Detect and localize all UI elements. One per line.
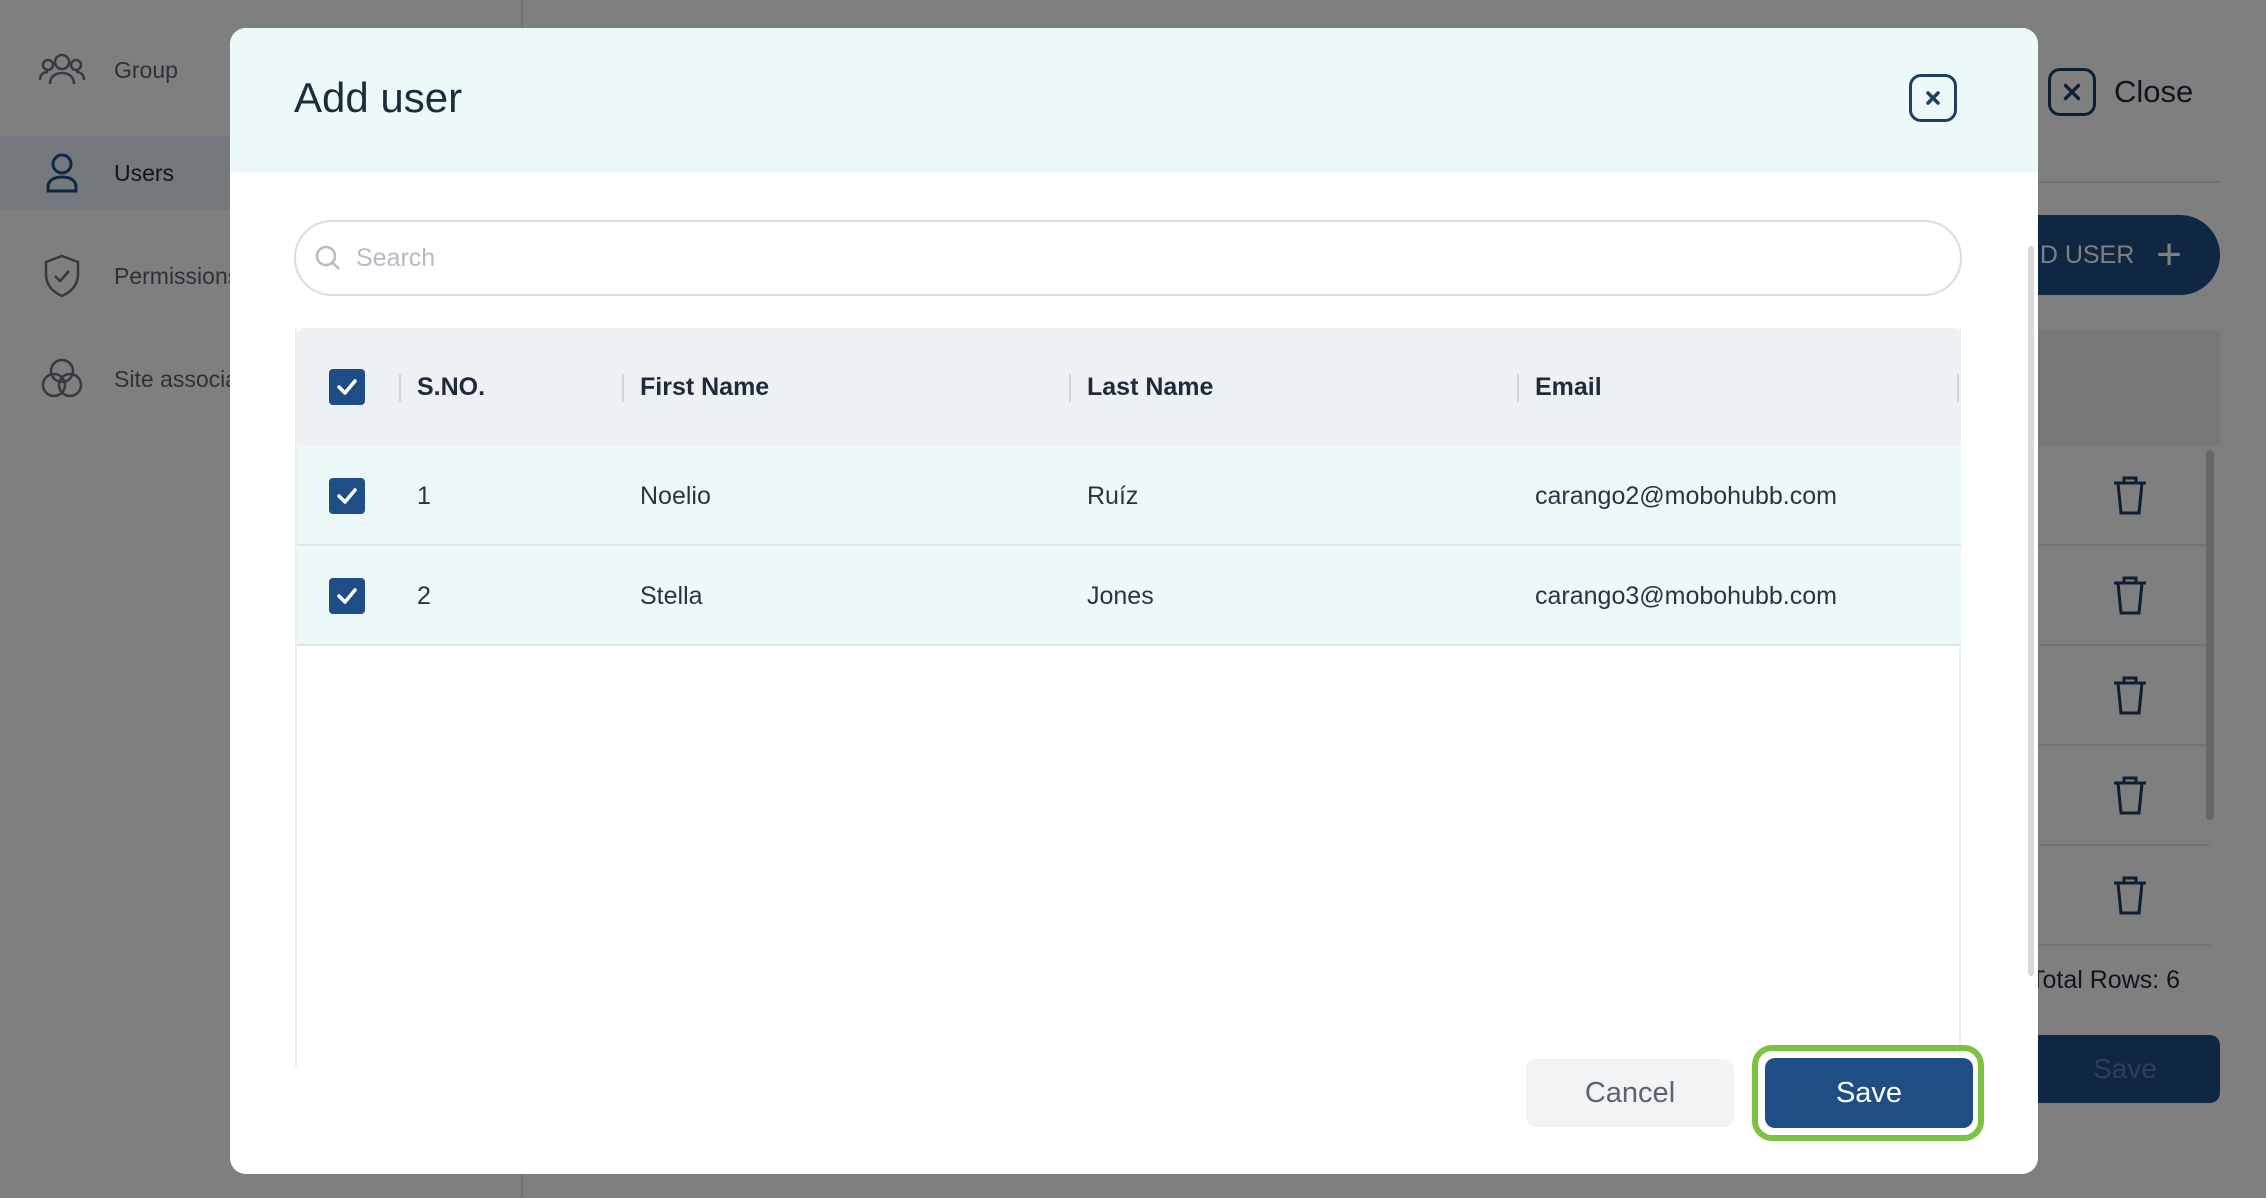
add-user-modal: Add user S.NO. First Name Last Name Emai… xyxy=(230,28,2038,1174)
modal-title: Add user xyxy=(294,74,463,121)
check-icon xyxy=(337,379,357,395)
table-row[interactable]: 2 Stella Jones carango3@mobohubb.com xyxy=(297,546,1961,646)
modal-scrollbar[interactable] xyxy=(2028,246,2034,976)
column-header-last-name[interactable]: Last Name xyxy=(1087,328,1213,446)
cell-sno: 1 xyxy=(417,481,431,510)
check-icon xyxy=(337,488,357,504)
column-separator xyxy=(622,374,624,402)
cancel-button[interactable]: Cancel xyxy=(1526,1059,1734,1127)
users-table: S.NO. First Name Last Name Email 1 Noeli… xyxy=(295,328,1961,1068)
row-checkbox[interactable] xyxy=(329,478,365,514)
column-separator xyxy=(1957,374,1959,402)
modal-header: Add user xyxy=(230,28,2038,172)
cell-last-name: Jones xyxy=(1087,581,1154,610)
column-separator xyxy=(1517,374,1519,402)
search-input[interactable] xyxy=(356,243,1916,273)
table-header: S.NO. First Name Last Name Email xyxy=(297,328,1961,446)
column-header-sno[interactable]: S.NO. xyxy=(417,328,485,446)
search-icon xyxy=(315,245,340,270)
column-header-email[interactable]: Email xyxy=(1535,328,1602,446)
cell-first-name: Noelio xyxy=(640,481,711,510)
search-box[interactable] xyxy=(294,220,1962,296)
table-row[interactable]: 1 Noelio Ruíz carango2@mobohubb.com xyxy=(297,446,1961,546)
cell-email: carango2@mobohubb.com xyxy=(1535,481,1837,510)
column-separator xyxy=(1069,374,1071,402)
cell-last-name: Ruíz xyxy=(1087,481,1139,510)
close-icon xyxy=(1926,91,1940,105)
select-all-checkbox[interactable] xyxy=(329,369,365,405)
save-button[interactable]: Save xyxy=(1765,1058,1973,1128)
column-header-first-name[interactable]: First Name xyxy=(640,328,769,446)
cell-first-name: Stella xyxy=(640,581,703,610)
cell-sno: 2 xyxy=(417,581,431,610)
check-icon xyxy=(337,588,357,604)
modal-close-button[interactable] xyxy=(1909,74,1957,122)
row-checkbox[interactable] xyxy=(329,578,365,614)
cell-email: carango3@mobohubb.com xyxy=(1535,581,1837,610)
column-separator xyxy=(399,374,401,402)
